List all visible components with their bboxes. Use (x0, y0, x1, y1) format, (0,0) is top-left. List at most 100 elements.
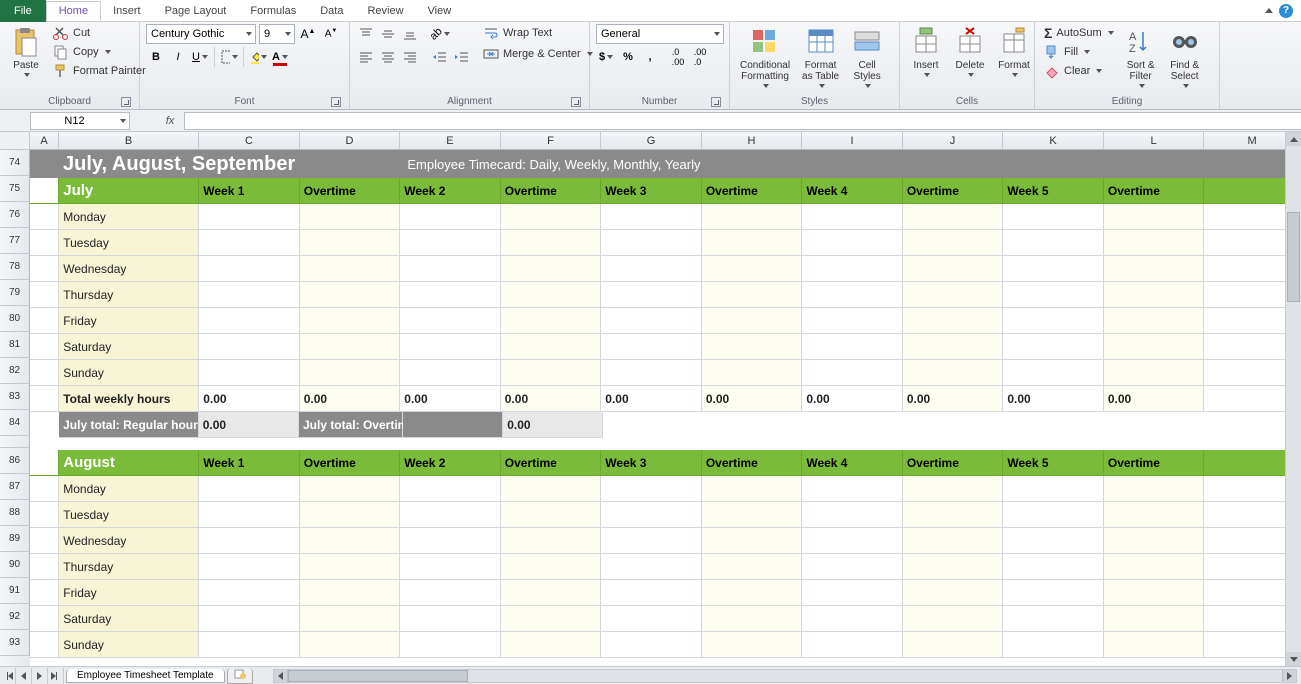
cell[interactable] (300, 554, 401, 580)
cell[interactable] (400, 476, 501, 502)
column-header-C[interactable]: C (199, 132, 300, 149)
cell[interactable] (1104, 334, 1205, 360)
cell[interactable] (1104, 438, 1205, 450)
cell[interactable] (601, 230, 702, 256)
row-headers[interactable]: 74757677787980818283848687888990919293 (0, 150, 30, 666)
insert-cells-button[interactable]: Insert (906, 24, 946, 79)
cell[interactable]: Thursday (59, 282, 199, 308)
cell[interactable] (903, 256, 1004, 282)
cell[interactable] (199, 334, 300, 360)
cell[interactable]: July, August, September (59, 150, 204, 178)
cell[interactable] (603, 412, 703, 438)
cell[interactable] (802, 204, 903, 230)
scroll-up-button[interactable] (1286, 132, 1301, 146)
cell[interactable] (601, 204, 702, 230)
cell[interactable] (1003, 256, 1104, 282)
cell[interactable]: July total: Regular hours (59, 412, 199, 438)
cell[interactable] (601, 256, 702, 282)
orientation-button[interactable]: ab (430, 24, 450, 44)
font-size-input[interactable] (260, 28, 282, 40)
cell[interactable] (400, 334, 501, 360)
delete-cells-button[interactable]: Delete (950, 24, 990, 79)
row-header-93[interactable]: 93 (0, 630, 30, 656)
cell[interactable] (1104, 554, 1205, 580)
cell[interactable] (30, 554, 59, 580)
cell[interactable]: Overtime (1104, 450, 1205, 476)
cell[interactable]: Week 3 (601, 450, 702, 476)
help-icon[interactable]: ? (1279, 4, 1293, 18)
font-name-input[interactable] (147, 28, 243, 40)
cell[interactable] (702, 528, 803, 554)
cell[interactable] (501, 502, 602, 528)
cell[interactable]: Overtime (903, 178, 1004, 204)
cell[interactable] (30, 360, 59, 386)
cell[interactable]: 0.00 (503, 412, 603, 438)
accounting-format-button[interactable]: $ (596, 47, 616, 67)
cell[interactable] (1003, 438, 1104, 450)
align-bottom-button[interactable] (400, 24, 420, 44)
cell[interactable] (30, 256, 59, 282)
align-left-button[interactable] (356, 47, 376, 67)
row-header-blank[interactable] (0, 436, 30, 448)
cell[interactable]: Employee Timecard: Daily, Weekly, Monthl… (403, 150, 507, 178)
cell[interactable] (601, 632, 702, 658)
cell[interactable] (1003, 580, 1104, 606)
format-cells-button[interactable]: Format (994, 24, 1034, 79)
first-sheet-button[interactable] (0, 668, 16, 684)
cell[interactable] (1104, 256, 1205, 282)
cell[interactable] (199, 554, 300, 580)
cell[interactable] (1104, 282, 1205, 308)
fill-color-button[interactable] (248, 47, 268, 67)
prev-sheet-button[interactable] (16, 668, 32, 684)
cell[interactable] (702, 334, 803, 360)
sheet-tab-active[interactable]: Employee Timesheet Template (66, 669, 225, 683)
row-header-78[interactable]: 78 (0, 254, 30, 280)
cell[interactable]: Friday (59, 308, 199, 334)
cell[interactable] (300, 256, 401, 282)
cell[interactable]: Week 5 (1003, 178, 1104, 204)
cell[interactable] (300, 360, 401, 386)
formula-input[interactable] (185, 113, 1301, 129)
cell[interactable]: 0.00 (1104, 386, 1205, 412)
cell[interactable] (601, 502, 702, 528)
cell[interactable] (1003, 204, 1104, 230)
cell[interactable] (903, 282, 1004, 308)
cell[interactable]: Week 3 (601, 178, 702, 204)
cell[interactable] (199, 606, 300, 632)
cell[interactable]: Wednesday (59, 256, 199, 282)
grow-font-button[interactable]: A▲ (298, 24, 318, 44)
tab-page-layout[interactable]: Page Layout (153, 2, 239, 20)
cell[interactable] (1003, 632, 1104, 658)
cell[interactable] (199, 438, 300, 450)
cell[interactable] (802, 580, 903, 606)
cell[interactable] (802, 438, 903, 450)
cell[interactable]: Week 1 (199, 450, 300, 476)
cell[interactable]: July (59, 178, 199, 204)
cell-styles-button[interactable]: Cell Styles (847, 24, 887, 90)
cell[interactable] (30, 438, 59, 450)
cell[interactable] (501, 554, 602, 580)
cell[interactable] (802, 476, 903, 502)
cell[interactable] (601, 580, 702, 606)
row-header-76[interactable]: 76 (0, 202, 30, 228)
column-header-D[interactable]: D (300, 132, 401, 149)
bold-button[interactable]: B (146, 47, 166, 67)
cell[interactable] (199, 528, 300, 554)
comma-format-button[interactable]: , (640, 47, 660, 67)
row-header-88[interactable]: 88 (0, 500, 30, 526)
percent-format-button[interactable]: % (618, 47, 638, 67)
cell[interactable] (601, 360, 702, 386)
cell[interactable] (403, 412, 503, 438)
cell[interactable] (501, 256, 602, 282)
row-header-89[interactable]: 89 (0, 526, 30, 552)
horizontal-scrollbar[interactable] (273, 669, 1297, 683)
shrink-font-button[interactable]: A▼ (321, 24, 341, 44)
cell[interactable] (1104, 360, 1205, 386)
tab-file[interactable]: File (0, 0, 46, 22)
cell[interactable]: August (59, 450, 199, 476)
cell[interactable] (707, 150, 807, 178)
row-header-74[interactable]: 74 (0, 150, 30, 176)
cell[interactable] (400, 230, 501, 256)
cell[interactable] (903, 632, 1004, 658)
vertical-scrollbar[interactable] (1285, 132, 1301, 666)
